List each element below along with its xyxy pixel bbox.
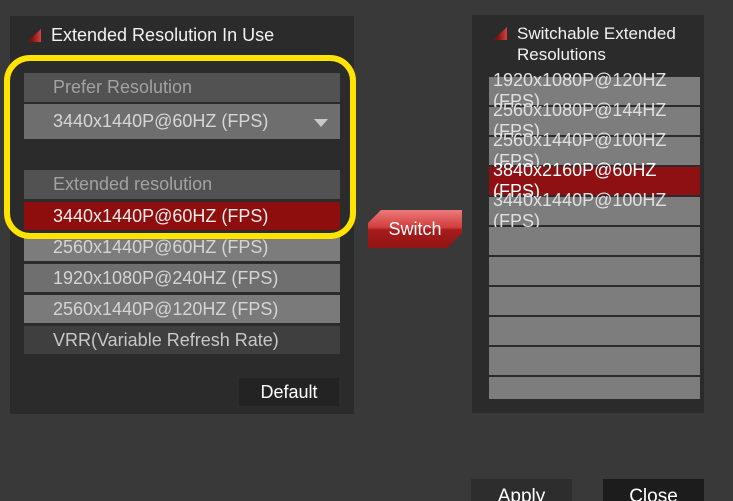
list-item[interactable]: 1920x1080P@240HZ (FPS) [24,264,340,292]
default-button[interactable]: Default [239,378,339,406]
red-triangle-icon [27,29,41,42]
switchable-extended-resolutions-panel: Switchable Extended Resolutions 1920x108… [472,15,704,413]
empty-list-slot [489,227,700,255]
prefer-resolution-value: 3440x1440P@60HZ (FPS) [53,111,268,132]
extended-resolution-label: Extended resolution [24,170,340,199]
right-panel-header: Switchable Extended Resolutions [493,23,697,65]
close-button[interactable]: Close [603,479,704,501]
empty-list-slot [489,317,700,345]
list-item[interactable]: 3440x1440P@100HZ (FPS) [489,197,700,225]
left-panel-header: Extended Resolution In Use [27,25,274,46]
right-panel-title: Switchable Extended Resolutions [517,23,697,65]
left-panel-title: Extended Resolution In Use [51,25,274,46]
list-item-vrr[interactable]: VRR(Variable Refresh Rate) [24,326,340,354]
empty-list-slot [489,347,700,375]
prefer-resolution-dropdown[interactable]: 3440x1440P@60HZ (FPS) [24,104,340,139]
empty-list-slot [489,287,700,315]
list-item[interactable]: 2560x1440P@60HZ (FPS) [24,233,340,261]
list-item-selected-extended-resolution[interactable]: 3440x1440P@60HZ (FPS) [24,202,340,230]
empty-list-slot [489,257,700,285]
empty-list-slot [489,377,700,399]
extended-resolution-in-use-panel: Extended Resolution In Use Prefer Resolu… [10,16,354,414]
apply-button[interactable]: Apply [471,479,572,501]
prefer-resolution-label: Prefer Resolution [24,73,340,102]
list-item[interactable]: 2560x1440P@120HZ (FPS) [24,295,340,323]
chevron-down-icon [314,119,328,127]
red-triangle-icon [493,27,507,40]
switch-button[interactable]: Switch [368,210,462,248]
